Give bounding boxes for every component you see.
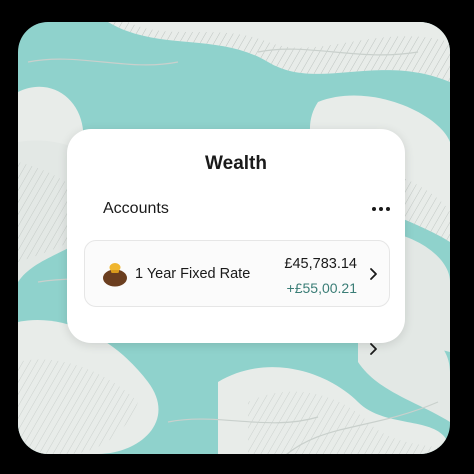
- more-options-button[interactable]: [370, 202, 392, 216]
- money-bag-icon: [103, 263, 127, 287]
- background-chevron-right-icon: [370, 343, 377, 355]
- card-title: Wealth: [205, 153, 267, 174]
- more-horizontal-icon-dot: [386, 207, 390, 211]
- more-horizontal-icon-dot: [379, 207, 383, 211]
- accounts-section-label: Accounts: [103, 200, 169, 217]
- account-name: 1 Year Fixed Rate: [135, 266, 251, 282]
- more-horizontal-icon: [372, 207, 376, 211]
- wealth-card: Wealth Accounts 1 Year Fixed Rate £45,78…: [67, 129, 405, 343]
- account-change: +£55,00.21: [286, 280, 357, 296]
- account-row-1-year-fixed-rate[interactable]: 1 Year Fixed Rate £45,783.14 +£55,00.21: [84, 240, 390, 307]
- chevron-right-icon: [370, 268, 377, 280]
- account-balance: £45,783.14: [284, 256, 357, 272]
